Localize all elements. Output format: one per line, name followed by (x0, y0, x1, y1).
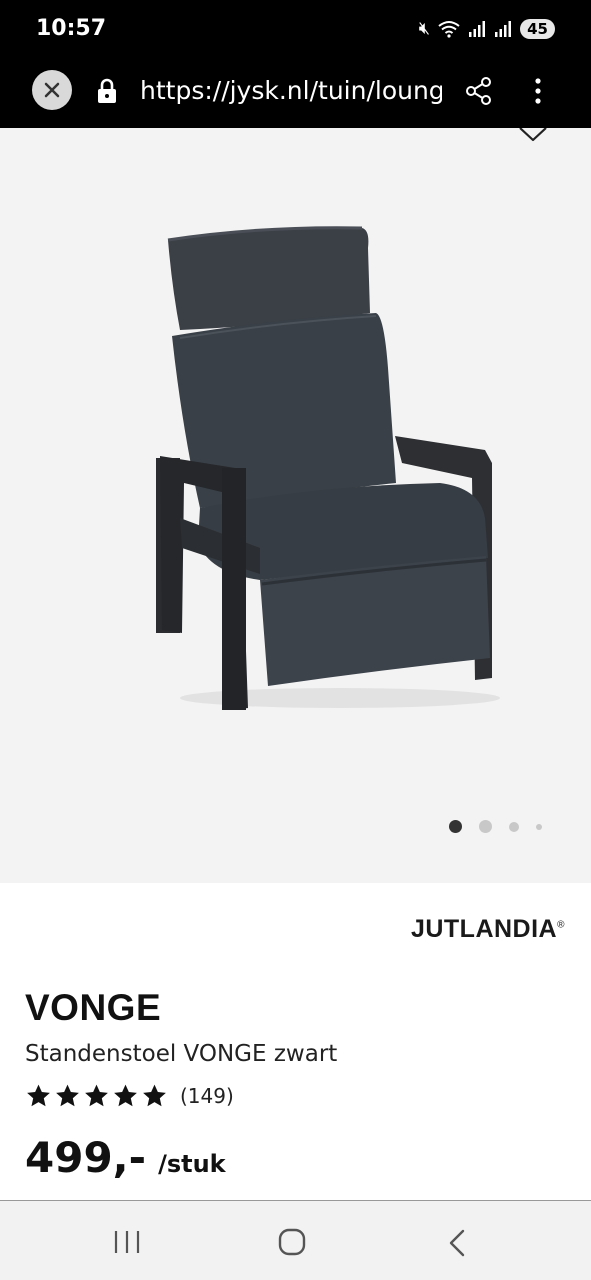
share-icon[interactable] (465, 76, 493, 106)
product-price: 499,- /stuk (25, 1133, 226, 1182)
back-icon[interactable] (446, 1228, 468, 1258)
signal-icon (469, 20, 486, 37)
close-tab-button[interactable] (32, 70, 72, 110)
carousel-dot[interactable] (509, 821, 519, 832)
status-bar: 10:57 🔇︎ 45 (0, 0, 591, 62)
product-image-gallery[interactable] (0, 128, 591, 883)
home-icon[interactable] (278, 1228, 306, 1256)
browser-toolbar: https://jysk.nl/tuin/lounge (0, 62, 591, 128)
close-icon (44, 82, 60, 98)
rating-stars (25, 1083, 168, 1109)
product-rating[interactable]: (149) (25, 1083, 234, 1109)
wishlist-heart-icon[interactable] (518, 128, 548, 144)
product-name: VONGE (25, 987, 162, 1028)
brand-logo[interactable]: JUTLANDIA® (411, 915, 565, 944)
mute-icon: 🔇︎ (418, 18, 431, 39)
star-icon (143, 1084, 166, 1107)
price-unit: /stuk (158, 1150, 226, 1178)
star-icon (27, 1084, 50, 1107)
battery-indicator: 45 (520, 18, 555, 39)
carousel-dot[interactable] (536, 823, 542, 830)
star-icon (56, 1084, 79, 1107)
carousel-dot[interactable] (479, 820, 492, 833)
carousel-dots[interactable] (449, 820, 542, 833)
rating-count[interactable]: (149) (180, 1084, 234, 1108)
lock-icon[interactable] (96, 78, 118, 104)
carousel-dot[interactable] (449, 820, 462, 833)
star-icon (114, 1084, 137, 1107)
brand-name: JUTLANDIA (410, 915, 558, 943)
status-icons: 🔇︎ 45 (419, 18, 555, 39)
more-menu-icon[interactable] (530, 76, 546, 106)
product-info: JUTLANDIA® VONGE Standenstoel VONGE zwar… (0, 883, 591, 1200)
star-icon (85, 1084, 108, 1107)
url-field[interactable]: https://jysk.nl/tuin/lounge (140, 76, 442, 106)
recents-icon[interactable] (113, 1229, 141, 1255)
product-description: Standenstoel VONGE zwart (25, 1041, 338, 1067)
system-navigation-bar (0, 1200, 591, 1280)
product-image[interactable] (140, 218, 510, 718)
registered-mark: ® (557, 919, 565, 931)
status-time: 10:57 (36, 16, 107, 41)
price-value: 499,- (25, 1133, 147, 1182)
wifi-icon (438, 20, 460, 38)
signal-icon (495, 20, 512, 37)
